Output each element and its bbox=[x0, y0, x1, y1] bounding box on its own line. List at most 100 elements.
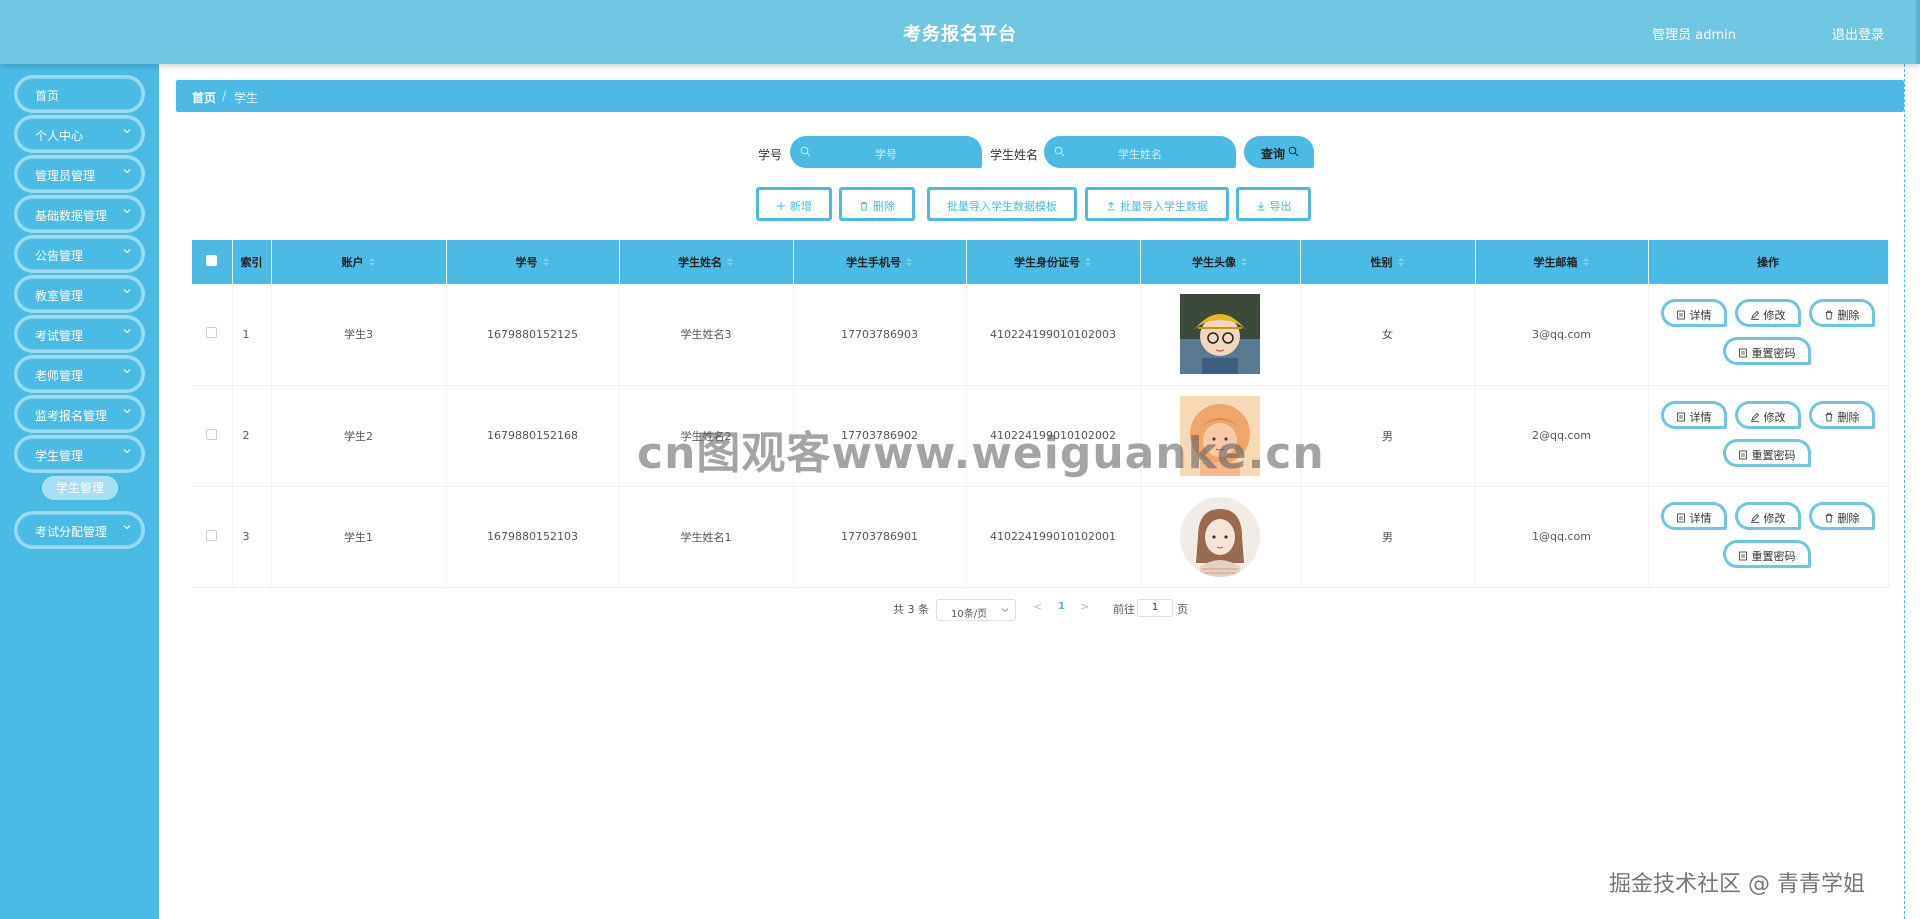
chevron-down-icon bbox=[122, 326, 132, 336]
sort-icon[interactable] bbox=[1084, 257, 1092, 267]
sidebar-item-label: 考试管理 bbox=[35, 329, 84, 343]
cell-phone: 17703786901 bbox=[793, 486, 967, 588]
export-button-label: 导出 bbox=[1269, 200, 1292, 213]
detail-button[interactable]: 详情 bbox=[1660, 400, 1727, 429]
column-header-student-no[interactable]: 学号 bbox=[446, 240, 620, 284]
current-user: 管理员 admin bbox=[1652, 28, 1736, 43]
cell-ops: 详情 修改 删除 重置密码 bbox=[1648, 284, 1889, 386]
table-row: 3 学生1 1679880152103 学生姓名1 17703786901 41… bbox=[192, 486, 1889, 588]
cell-gender: 男 bbox=[1300, 486, 1476, 588]
breadcrumb-home[interactable]: 首页 bbox=[192, 89, 216, 106]
column-header-name[interactable]: 学生姓名 bbox=[619, 240, 794, 284]
page-number-current[interactable]: 1 bbox=[1058, 601, 1065, 612]
row-checkbox[interactable] bbox=[206, 327, 218, 339]
avatar[interactable] bbox=[1180, 496, 1260, 577]
row-select-cell[interactable] bbox=[192, 284, 233, 386]
trash-icon bbox=[1824, 310, 1834, 320]
column-header-id-card[interactable]: 学生身份证号 bbox=[966, 240, 1141, 284]
chevron-down-icon bbox=[122, 522, 132, 532]
detail-button[interactable]: 详情 bbox=[1660, 501, 1727, 530]
breadcrumb: 首页 / 学生 bbox=[176, 80, 1904, 112]
query-button[interactable]: 查询 bbox=[1244, 136, 1314, 168]
sort-icon[interactable] bbox=[726, 257, 734, 267]
document-icon bbox=[1738, 450, 1748, 460]
cell-account: 学生2 bbox=[271, 385, 447, 487]
column-header-ops: 操作 bbox=[1648, 240, 1889, 284]
row-select-cell[interactable] bbox=[192, 385, 233, 487]
row-select-cell[interactable] bbox=[192, 486, 233, 588]
edit-icon bbox=[1750, 412, 1760, 422]
plus-icon bbox=[776, 201, 786, 211]
column-header-avatar[interactable]: 学生头像 bbox=[1140, 240, 1301, 284]
delete-button[interactable]: 删除 bbox=[1808, 299, 1875, 328]
select-all-checkbox[interactable] bbox=[206, 255, 218, 266]
edit-button[interactable]: 修改 bbox=[1734, 400, 1801, 429]
logout-link[interactable]: 退出登录 bbox=[1832, 24, 1884, 43]
sidebar-item-home[interactable]: 首页 bbox=[17, 78, 142, 110]
sort-icon[interactable] bbox=[905, 257, 913, 267]
sort-icon[interactable] bbox=[1582, 257, 1590, 267]
document-icon bbox=[1738, 551, 1748, 561]
sort-icon[interactable] bbox=[368, 257, 376, 267]
reset-password-button[interactable]: 重置密码 bbox=[1722, 438, 1811, 467]
column-header-email[interactable]: 学生邮箱 bbox=[1475, 240, 1649, 284]
chevron-down-icon bbox=[122, 446, 132, 456]
sidebar-subitem-student-manage[interactable]: 学生管理 bbox=[42, 476, 118, 500]
chevron-down-icon bbox=[1001, 606, 1009, 614]
batch-import-button[interactable]: 批量导入学生数据 bbox=[1085, 187, 1229, 221]
detail-label: 详情 bbox=[1689, 511, 1712, 525]
column-header-label: 账户 bbox=[341, 256, 364, 269]
column-header-account[interactable]: 账户 bbox=[271, 240, 447, 284]
sidebar-item-classroom[interactable]: 教室管理 bbox=[17, 278, 142, 310]
breadcrumb-separator: / bbox=[222, 89, 227, 103]
sort-icon[interactable] bbox=[542, 257, 550, 267]
column-header-label: 学生头像 bbox=[1192, 256, 1236, 269]
row-checkbox[interactable] bbox=[206, 529, 218, 541]
prev-page-button[interactable]: < bbox=[1033, 600, 1042, 613]
sort-icon[interactable] bbox=[1240, 257, 1248, 267]
batch-import-label: 批量导入学生数据 bbox=[1120, 200, 1208, 213]
goto-label: 前往 bbox=[1113, 603, 1135, 616]
sidebar-item-admin[interactable]: 管理员管理 bbox=[17, 158, 142, 190]
sidebar: 首页 个人中心 管理员管理 基础数据管理 公告管理 教室管理 考试管理 老师管理… bbox=[0, 64, 159, 919]
add-button[interactable]: 新增 bbox=[756, 187, 832, 221]
sidebar-item-basic-data[interactable]: 基础数据管理 bbox=[17, 198, 142, 230]
cell-email: 3@qq.com bbox=[1475, 284, 1649, 386]
goto-page-input[interactable]: 1 bbox=[1137, 599, 1173, 617]
delete-button[interactable]: 删除 bbox=[1808, 400, 1875, 429]
sort-icon[interactable] bbox=[1397, 257, 1405, 267]
detail-button[interactable]: 详情 bbox=[1660, 299, 1727, 328]
column-header-label: 学生身份证号 bbox=[1014, 256, 1080, 269]
row-checkbox[interactable] bbox=[206, 428, 218, 440]
column-header-phone[interactable]: 学生手机号 bbox=[793, 240, 967, 284]
edit-button[interactable]: 修改 bbox=[1734, 299, 1801, 328]
sidebar-item-invigilate[interactable]: 监考报名管理 bbox=[17, 398, 142, 430]
reset-password-label: 重置密码 bbox=[1751, 347, 1796, 361]
reset-password-button[interactable]: 重置密码 bbox=[1722, 337, 1811, 366]
avatar[interactable] bbox=[1180, 294, 1260, 375]
next-page-button[interactable]: > bbox=[1080, 600, 1089, 613]
sidebar-item-profile[interactable]: 个人中心 bbox=[17, 118, 142, 150]
select-all-cell[interactable] bbox=[192, 240, 233, 284]
page-size-select[interactable]: 10条/页 bbox=[936, 599, 1016, 621]
sidebar-item-student[interactable]: 学生管理 bbox=[17, 438, 142, 470]
sidebar-item-exam[interactable]: 考试管理 bbox=[17, 318, 142, 350]
export-button[interactable]: 导出 bbox=[1236, 187, 1311, 221]
download-template-button[interactable]: 批量导入学生数据模板 bbox=[927, 187, 1077, 221]
cell-account: 学生3 bbox=[271, 284, 447, 386]
column-header-gender[interactable]: 性别 bbox=[1300, 240, 1476, 284]
sidebar-item-notice[interactable]: 公告管理 bbox=[17, 238, 142, 270]
reset-password-button[interactable]: 重置密码 bbox=[1722, 539, 1811, 568]
sidebar-item-exam-assign[interactable]: 考试分配管理 bbox=[17, 514, 142, 546]
student-no-input[interactable]: 学号 bbox=[790, 136, 982, 168]
batch-delete-button[interactable]: 删除 bbox=[839, 187, 915, 221]
reset-password-label: 重置密码 bbox=[1751, 549, 1796, 563]
student-name-input[interactable]: 学生姓名 bbox=[1044, 136, 1236, 168]
cell-ops: 详情 修改 删除 重置密码 bbox=[1648, 486, 1889, 588]
edit-label: 修改 bbox=[1763, 309, 1786, 323]
edit-button[interactable]: 修改 bbox=[1734, 501, 1801, 530]
chevron-down-icon bbox=[122, 206, 132, 216]
sidebar-item-teacher[interactable]: 老师管理 bbox=[17, 358, 142, 390]
delete-button[interactable]: 删除 bbox=[1808, 501, 1875, 530]
add-button-label: 新增 bbox=[790, 200, 812, 213]
